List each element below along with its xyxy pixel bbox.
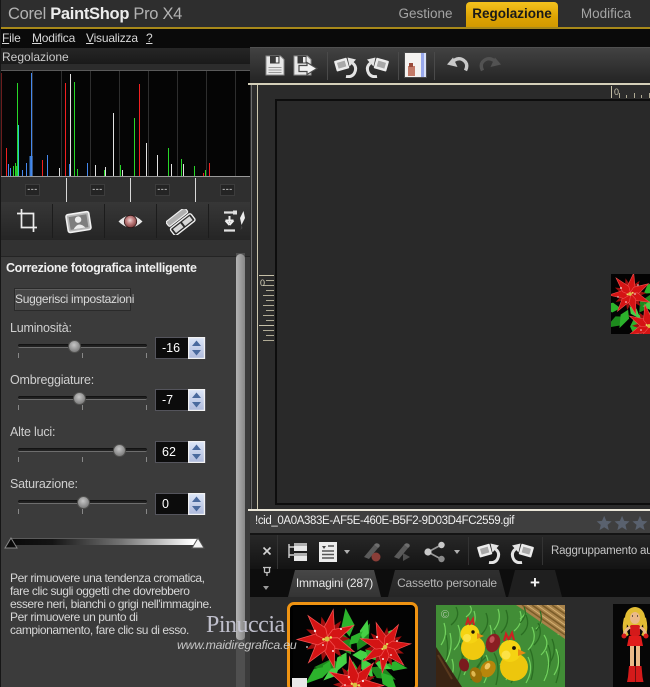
svg-text:0: 0 <box>614 87 619 97</box>
svg-text:0: 0 <box>260 278 265 288</box>
svg-text:©: © <box>441 609 449 621</box>
